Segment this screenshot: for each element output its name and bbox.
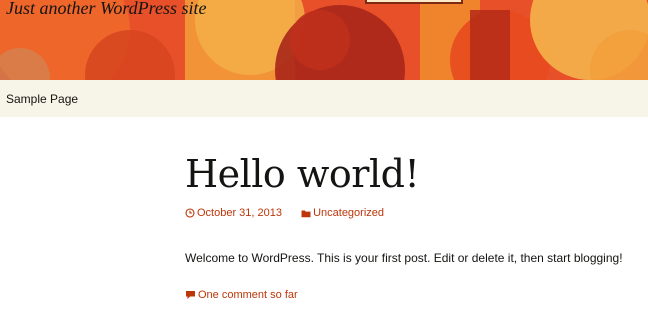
post-date: October 31, 2013 xyxy=(197,207,283,219)
header-tab-decoration xyxy=(365,0,463,4)
main-navigation: Sample Page xyxy=(0,80,648,117)
post-date-link[interactable]: October 31, 2013 xyxy=(185,207,285,219)
comment-icon xyxy=(186,291,195,300)
comments-label: One comment so far xyxy=(198,289,298,301)
post-category: Uncategorized xyxy=(313,207,385,219)
post-meta: October 31, 2013 Uncategorized xyxy=(185,207,384,219)
post-category-link[interactable]: Uncategorized xyxy=(301,207,384,219)
site-description: Just another WordPress site xyxy=(6,0,207,18)
folder-icon xyxy=(301,210,311,217)
nav-item-sample-page[interactable]: Sample Page xyxy=(6,92,78,106)
site-header: Just another WordPress site xyxy=(0,0,648,80)
comments-link[interactable]: One comment so far xyxy=(185,289,298,301)
clock-icon xyxy=(185,208,195,218)
post-content: Welcome to WordPress. This is your first… xyxy=(185,251,623,265)
post-title[interactable]: Hello world! xyxy=(185,150,420,198)
